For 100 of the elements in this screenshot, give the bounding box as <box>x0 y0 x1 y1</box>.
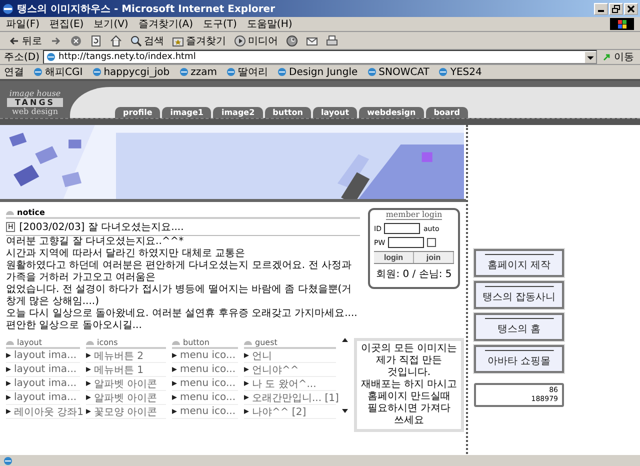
search-icon <box>130 34 142 46</box>
home-button[interactable] <box>108 32 124 48</box>
bullet-icon <box>172 409 177 414</box>
info-text: 이곳의 모든 이미지는 <box>360 343 458 355</box>
page-icon <box>277 67 288 77</box>
maximize-button[interactable] <box>609 2 623 14</box>
link-button[interactable]: YES24 <box>438 66 482 78</box>
list-link[interactable]: layout ima... <box>14 378 77 389</box>
back-button[interactable]: 뒤로 <box>6 32 44 48</box>
list-link[interactable]: menu ico... <box>180 364 236 375</box>
dropdown-icon[interactable] <box>585 52 596 62</box>
list-link[interactable]: 꽃모양 아이콘 <box>94 404 158 418</box>
mail-icon <box>306 34 318 46</box>
print-button[interactable] <box>324 32 340 48</box>
minimize-button[interactable] <box>594 2 608 14</box>
dome-icon <box>172 340 180 344</box>
side-menu-button[interactable]: 홈페이지 제작 <box>474 249 564 277</box>
list-link[interactable]: 레이아웃 강좌1 <box>14 404 84 418</box>
notice-subject-link[interactable]: [2003/02/03] 잘 다녀오셨는지요.... <box>19 220 184 234</box>
section-title: layout <box>17 338 42 347</box>
page-icon <box>3 456 13 466</box>
menu-item[interactable]: 편집(E) <box>50 17 84 31</box>
menu-item[interactable]: 즐겨찾기(A) <box>138 17 193 31</box>
list-link[interactable]: 언니야^^ <box>252 362 299 376</box>
section-title: button <box>183 338 210 347</box>
list-link[interactable]: menu ico... <box>180 378 236 389</box>
list-link[interactable]: 나 도 왔어^... <box>252 376 316 390</box>
list-link[interactable]: layout ima... <box>14 364 77 375</box>
link-button[interactable]: happycgi_job <box>92 66 170 78</box>
side-menu-button[interactable]: 탱스의 잡동사니 <box>474 281 564 309</box>
list-link[interactable]: layout ima... <box>14 350 77 361</box>
list-link[interactable]: 메뉴버튼 2 <box>94 348 144 362</box>
page-icon <box>366 67 377 77</box>
password-field[interactable] <box>388 237 424 248</box>
link-button[interactable]: Design Jungle <box>277 66 358 78</box>
notice-text: 시간과 지역에 따라서 달라긴 하였지만 대체로 교통은 <box>6 248 246 260</box>
notice-text: 오늘 다시 일상으로 돌아왔네요. 여러분 설연휴 후유증 오래갖고 가지마세요....편안한 일상으로 돌아오시길... <box>6 308 358 332</box>
bullet-icon <box>6 409 11 414</box>
restore-icon <box>612 4 620 12</box>
bullet-icon <box>86 381 91 386</box>
nav-tab[interactable]: image2 <box>213 107 263 118</box>
menu-item[interactable]: 파일(F) <box>6 17 40 31</box>
printer-icon <box>326 34 338 46</box>
bullet-icon <box>6 381 11 386</box>
side-menu-button[interactable]: 탱스의 홈 <box>474 313 564 341</box>
left-arrow-icon <box>8 34 20 46</box>
list-link[interactable]: 오래간만입니... [1] <box>252 390 339 404</box>
list-link[interactable]: menu ico... <box>180 350 236 361</box>
list-link[interactable]: 언니 <box>252 348 272 362</box>
bullet-icon <box>86 409 91 414</box>
list-link[interactable]: menu ico... <box>180 392 236 403</box>
link-button[interactable]: 해피CGI <box>33 65 83 79</box>
menu-item[interactable]: 도구(T) <box>203 17 237 31</box>
nav-tab[interactable]: webdesign <box>359 107 424 118</box>
list-link[interactable]: layout ima... <box>14 392 77 403</box>
list-link[interactable]: 메뉴버튼 1 <box>94 362 144 376</box>
nav-tab[interactable]: image1 <box>162 107 212 118</box>
home-icon <box>110 34 122 46</box>
close-icon <box>627 4 635 12</box>
auto-login-checkbox[interactable] <box>427 238 436 247</box>
scroll-down-icon[interactable] <box>342 409 348 413</box>
list-link[interactable]: 알파벳 아이콘 <box>94 376 158 390</box>
scroll-up-icon[interactable] <box>342 338 348 342</box>
history-button[interactable] <box>284 32 300 48</box>
list-link[interactable]: 알파벳 아이콘 <box>94 390 158 404</box>
stop-icon <box>70 34 82 46</box>
search-button[interactable]: 검색 <box>128 32 166 48</box>
list-link[interactable]: menu ico... <box>180 406 236 417</box>
section-title: icons <box>97 338 118 347</box>
side-menu-button[interactable]: 아바타 쇼핑몰 <box>474 345 564 373</box>
page-icon <box>178 67 189 77</box>
id-field[interactable] <box>384 223 420 234</box>
list-link[interactable]: 나야^^ [2] <box>252 404 306 418</box>
arrow-icon <box>602 52 612 62</box>
link-button[interactable]: zzam <box>178 66 218 78</box>
login-button[interactable]: login <box>374 252 414 263</box>
bullet-icon <box>244 381 249 386</box>
close-button[interactable] <box>624 2 638 14</box>
nav-tab[interactable]: profile <box>115 107 160 118</box>
info-text: 쓰세요 <box>394 415 424 427</box>
right-arrow-icon <box>50 34 62 46</box>
nav-tab[interactable]: layout <box>312 107 358 118</box>
nav-tab[interactable]: board <box>426 107 468 118</box>
menu-item[interactable]: 보기(V) <box>94 17 128 31</box>
favorites-button[interactable]: 즐겨찾기 <box>170 32 228 48</box>
page-icon <box>226 67 236 77</box>
logo[interactable]: image house TANGS web design <box>0 87 70 118</box>
media-icon <box>234 34 246 46</box>
go-button[interactable]: 이동 <box>600 50 636 64</box>
nav-tab[interactable]: button <box>264 107 311 118</box>
join-button[interactable]: join <box>414 252 454 263</box>
logo-caption: web design <box>12 107 58 116</box>
bullet-icon <box>6 353 11 358</box>
info-text: 필요하시면 가져다 <box>367 403 451 415</box>
address-field[interactable]: http://tangs.nety.to/index.html <box>42 50 597 64</box>
link-button[interactable]: SNOWCAT <box>366 66 430 78</box>
media-button[interactable]: 미디어 <box>232 32 280 48</box>
dome-icon <box>6 340 14 344</box>
menu-item[interactable]: 도움말(H) <box>246 17 292 31</box>
link-button[interactable]: 딸여리 <box>226 65 268 79</box>
